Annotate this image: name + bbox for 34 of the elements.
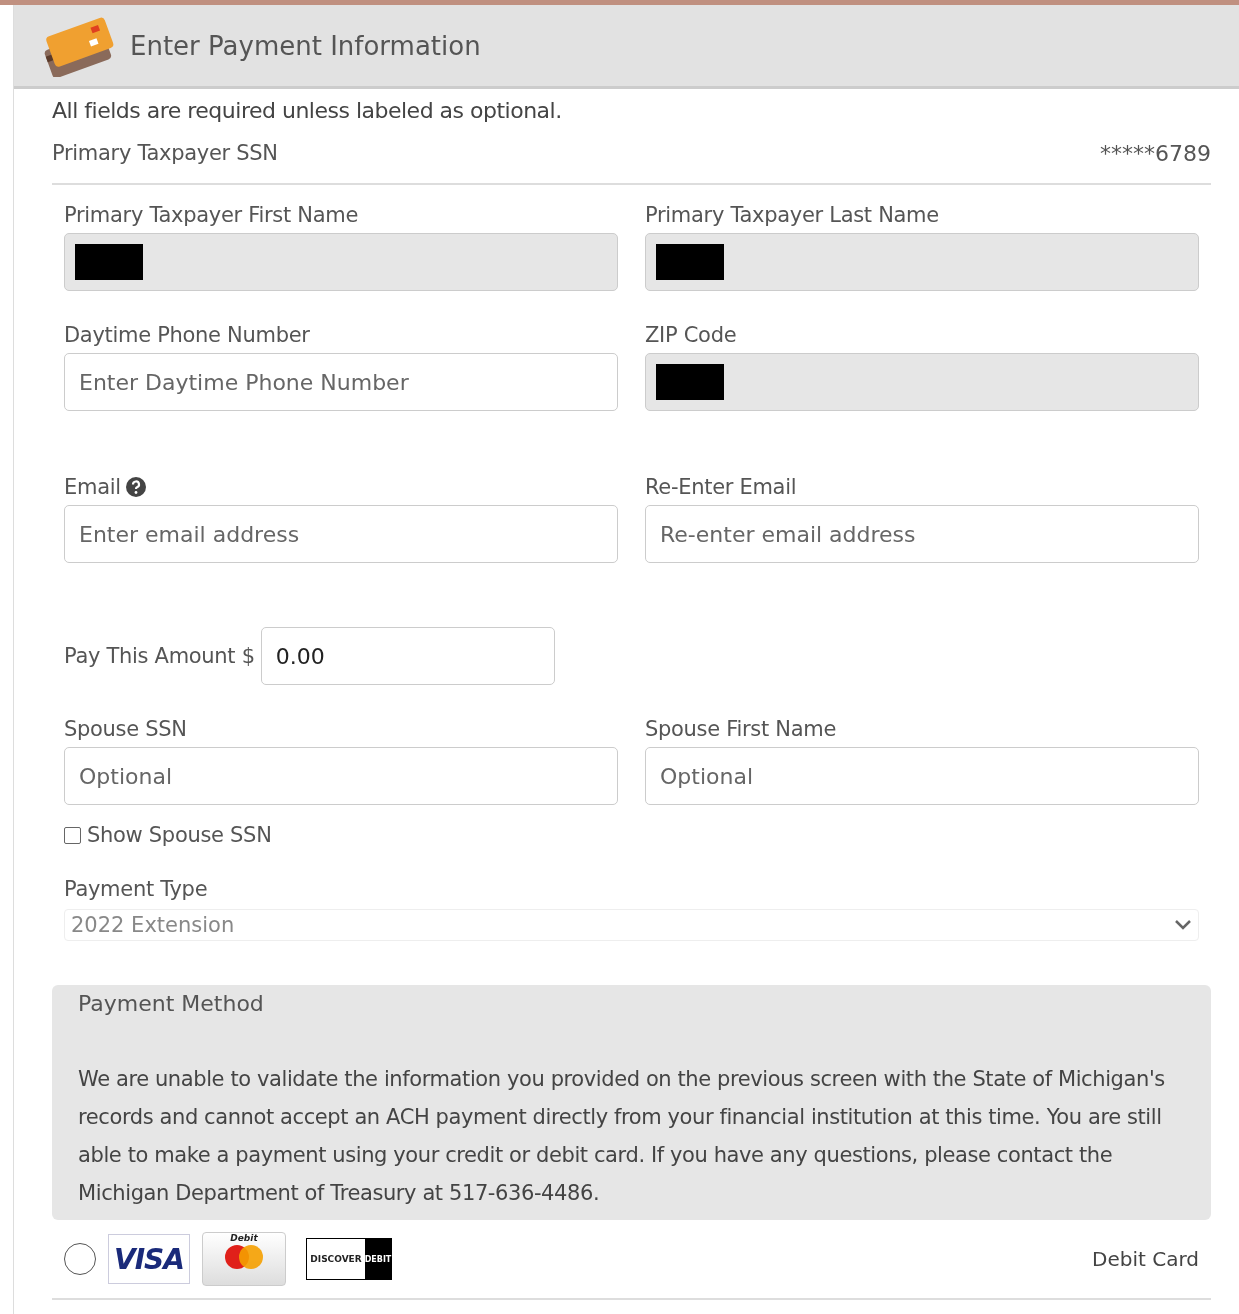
section-title: Payment Method xyxy=(78,991,265,1016)
field-label: Re-Enter Email xyxy=(645,475,797,499)
field-label: Primary Taxpayer Last Name xyxy=(645,203,939,227)
text-field[interactable]: Optional xyxy=(64,747,618,805)
checkbox[interactable] xyxy=(64,826,81,844)
amount-field[interactable]: 0.00 xyxy=(260,627,555,685)
text-field[interactable]: Enter email address xyxy=(64,505,618,563)
redaction-bar xyxy=(75,244,143,280)
checkbox-label: Show Spouse SSN xyxy=(87,823,272,847)
page-title: Enter Payment Information xyxy=(130,30,481,61)
visa-logo: VISA xyxy=(108,1234,190,1284)
field-label: Payment Type xyxy=(64,877,209,901)
text-field[interactable]: Enter Daytime Phone Number xyxy=(64,353,618,411)
field-label: ZIP Code xyxy=(645,323,737,347)
field-label: Primary Taxpayer First Name xyxy=(64,203,359,227)
required-note: All fields are required unless labeled as optional. xyxy=(52,97,563,123)
redaction-bar xyxy=(656,364,724,400)
discover-logo: DISCOVER DEBIT xyxy=(306,1238,392,1280)
field-label: Spouse SSN xyxy=(64,717,188,741)
radio-button[interactable] xyxy=(64,1243,96,1275)
redaction-bar xyxy=(656,244,724,280)
field-label: Email xyxy=(64,475,121,499)
field-label: Daytime Phone Number xyxy=(64,323,310,347)
text-field[interactable]: Re-enter email address xyxy=(645,505,1199,563)
debit-card-logo: Debit xyxy=(202,1232,286,1286)
help-icon[interactable] xyxy=(124,476,147,498)
amount-label: Pay This Amount $ xyxy=(64,644,255,668)
notice-text: We are unable to validate the information you provided on the previous screen with the State of Michigan's records and cannot accept an ACH payment directly from your financial institution at this time. You are still able to make a payment using your credit or debit card. If you have any questions, please contact the Michigan Department of Treasury at 517-636-4486. xyxy=(78,1066,1166,1207)
field-label: Spouse First Name xyxy=(645,717,838,741)
ssn-label: Primary Taxpayer SSN xyxy=(52,141,278,165)
text-field[interactable]: Optional xyxy=(645,747,1199,805)
ssn-value: *****6789 xyxy=(1100,140,1211,166)
chevron-down-icon xyxy=(1174,919,1192,931)
option-label: Debit Card xyxy=(1092,1247,1199,1271)
